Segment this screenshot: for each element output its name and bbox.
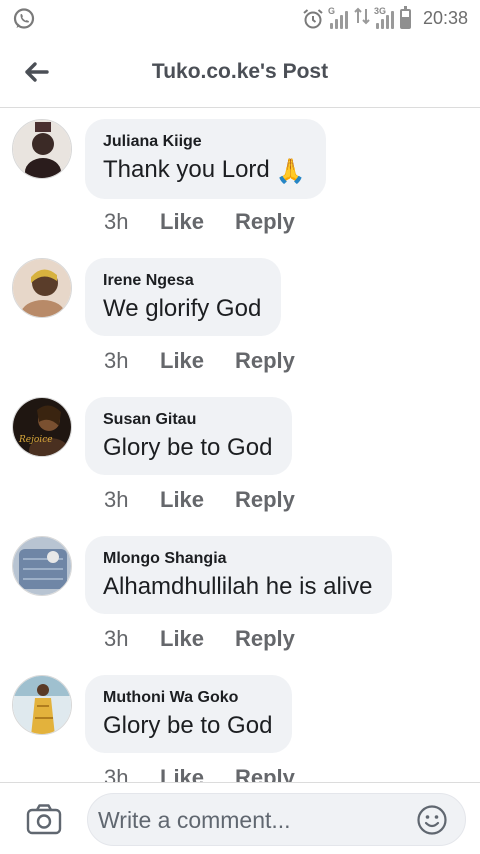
comment-input-box[interactable]: [87, 793, 466, 846]
like-button[interactable]: Like: [160, 765, 235, 782]
battery-fill: [401, 16, 409, 27]
network-type-label: G: [327, 5, 335, 16]
comment-bubble[interactable]: Susan Gitau Glory be to God: [85, 397, 293, 475]
commenter-name[interactable]: Mlongo Shangia: [103, 548, 372, 570]
comment-text: Glory be to God: [103, 712, 273, 739]
comment-bubble[interactable]: Irene Ngesa We glorify God: [85, 258, 282, 336]
alarm-icon: [302, 8, 324, 30]
commenter-name[interactable]: Susan Gitau: [103, 409, 272, 431]
comment-timestamp[interactable]: 3h: [104, 765, 160, 782]
post-header: Tuko.co.ke's Post: [0, 38, 480, 108]
commenter-name[interactable]: Juliana Kiige: [103, 131, 306, 153]
comment-item: Mlongo Shangia Alhamdhullilah he is aliv…: [0, 526, 480, 665]
page-title: Tuko.co.ke's Post: [151, 60, 329, 83]
comment-text-content: Thank you Lord: [103, 156, 270, 183]
comment-actions: 3h Like Reply: [104, 348, 295, 374]
comment-composer: [0, 782, 480, 854]
reply-button[interactable]: Reply: [235, 626, 295, 652]
comment-item: Irene Ngesa We glorify God 3h Like Reply: [0, 248, 480, 387]
avatar[interactable]: Rejoice: [12, 397, 72, 457]
reply-button[interactable]: Reply: [235, 348, 295, 374]
data-arrows-icon: [354, 6, 370, 31]
network-type-label-2: 3G: [373, 5, 386, 16]
comment-text: Thank you Lord 🙏: [103, 155, 306, 187]
smiley-icon[interactable]: [416, 804, 448, 836]
avatar[interactable]: [12, 675, 72, 735]
like-button[interactable]: Like: [160, 626, 235, 652]
comment-actions: 3h Like Reply: [104, 209, 295, 235]
status-bar: G 3G 20:38: [0, 0, 480, 38]
comment-bubble[interactable]: Juliana Kiige Thank you Lord 🙏: [85, 119, 326, 199]
battery-icon: [399, 5, 411, 29]
svg-text:Rejoice: Rejoice: [18, 435, 53, 445]
comment-timestamp[interactable]: 3h: [104, 209, 160, 235]
reply-button[interactable]: Reply: [235, 209, 295, 235]
comment-text: We glorify God: [103, 295, 262, 322]
comment-item: Juliana Kiige Thank you Lord 🙏 3h Like Re…: [0, 109, 480, 248]
whatsapp-icon: [12, 7, 36, 36]
comment-text: Alhamdhullilah he is alive: [103, 573, 373, 600]
signal-icon-2: 3G: [373, 5, 394, 29]
comment-text: Glory be to God: [103, 434, 273, 461]
avatar[interactable]: [12, 536, 72, 596]
commenter-name[interactable]: Irene Ngesa: [103, 270, 261, 292]
folded-hands-emoji: 🙏: [275, 158, 306, 185]
comment-bubble[interactable]: Muthoni Wa Goko Glory be to God: [85, 675, 293, 753]
signal-icon: G: [327, 5, 348, 29]
comment-item: Rejoice Susan Gitau Glory be to God 3h L…: [0, 387, 480, 526]
comment-timestamp[interactable]: 3h: [104, 626, 160, 652]
comment-actions: 3h Like Reply: [104, 487, 295, 513]
clock-time: 20:38: [422, 8, 468, 28]
comments-list: Juliana Kiige Thank you Lord 🙏 3h Like Re…: [0, 109, 480, 782]
comment-bubble[interactable]: Mlongo Shangia Alhamdhullilah he is aliv…: [85, 536, 393, 614]
reply-button[interactable]: Reply: [235, 765, 295, 782]
comment-input[interactable]: [98, 803, 408, 837]
like-button[interactable]: Like: [160, 348, 235, 374]
like-button[interactable]: Like: [160, 209, 235, 235]
like-button[interactable]: Like: [160, 487, 235, 513]
reply-button[interactable]: Reply: [235, 487, 295, 513]
comment-actions: 3h Like Reply: [104, 765, 295, 782]
comment-timestamp[interactable]: 3h: [104, 487, 160, 513]
avatar[interactable]: [12, 119, 72, 179]
avatar[interactable]: [12, 258, 72, 318]
commenter-name[interactable]: Muthoni Wa Goko: [103, 687, 272, 709]
comment-item: Muthoni Wa Goko Glory be to God 3h Like …: [0, 665, 480, 782]
camera-icon[interactable]: [26, 803, 62, 835]
comment-actions: 3h Like Reply: [104, 626, 295, 652]
comment-timestamp[interactable]: 3h: [104, 348, 160, 374]
